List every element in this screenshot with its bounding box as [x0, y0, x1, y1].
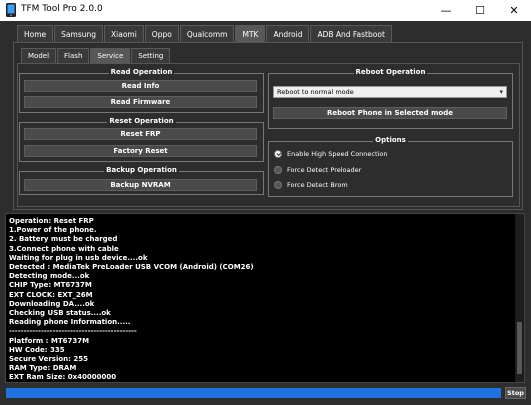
log-line: Operation: Reset FRP — [9, 217, 94, 225]
reboot-mode-select[interactable]: Reboot to normal mode ▾ — [273, 86, 507, 98]
tab-mtk[interactable]: MTK — [235, 25, 266, 42]
log-line: Waiting for plug in usb device....ok — [9, 253, 148, 262]
log-line: Platform : MT6737M — [9, 336, 90, 345]
read-firmware-button[interactable]: Read Firmware — [24, 96, 257, 108]
tab-flash[interactable]: Flash — [57, 48, 90, 63]
read-operation-title: Read Operation — [108, 68, 175, 76]
log-line: RAM Type: DRAM — [9, 364, 77, 373]
log-line: CHIP Type: MT6737M — [9, 281, 92, 290]
title-bar: TFM Tool Pro 2.0.0 — ☐ ✕ — [0, 0, 531, 21]
minimize-icon: — — [440, 4, 452, 17]
log-line: Downloading DA....ok — [9, 299, 95, 308]
app-window: TFM Tool Pro 2.0.0 — ☐ ✕ Home Samsung Xi… — [0, 0, 531, 405]
window-title: TFM Tool Pro 2.0.0 — [21, 4, 103, 14]
log-line: ----------------------------------------… — [9, 327, 137, 336]
tab-model[interactable]: Model — [21, 48, 57, 63]
option-force-brom[interactable]: Force Detect Brom — [274, 181, 348, 189]
reset-frp-button[interactable]: Reset FRP — [24, 128, 257, 140]
app-logo-icon — [6, 3, 16, 17]
stop-button[interactable]: Stop — [505, 387, 526, 399]
tab-qualcomm[interactable]: Qualcomm — [179, 25, 235, 42]
chevron-down-icon: ▾ — [499, 88, 503, 96]
progress-bar — [6, 388, 501, 398]
log-line: HW Code: 335 — [9, 345, 65, 354]
checkbox-unchecked-icon — [274, 166, 282, 174]
reboot-phone-button[interactable]: Reboot Phone in Selected mode — [273, 107, 507, 119]
tab-android[interactable]: Android — [266, 25, 310, 42]
tab-adb-fastboot[interactable]: ADB And Fastboot — [310, 25, 392, 42]
option-high-speed-label: Enable High Speed Connection — [287, 150, 388, 158]
log-line: Checking USB status....ok — [9, 309, 111, 318]
log-line: Secure Version: 255 — [9, 355, 88, 364]
option-force-preloader-label: Force Detect Preloader — [287, 166, 362, 174]
option-high-speed[interactable]: Enable High Speed Connection — [274, 150, 387, 158]
tab-setting[interactable]: Setting — [131, 48, 171, 63]
maximize-button[interactable]: ☐ — [463, 0, 497, 21]
progress-fill — [6, 388, 501, 398]
factory-reset-button[interactable]: Factory Reset — [24, 145, 257, 157]
main-tab-bar: Home Samsung Xiaomi Oppo Qualcomm MTK An… — [17, 25, 393, 42]
reboot-mode-value: Reboot to normal mode — [277, 88, 354, 96]
log-scrollbar[interactable] — [515, 214, 524, 382]
log-text: Operation: Reset FRP 1.Power of the phone… — [9, 217, 254, 382]
maximize-icon: ☐ — [475, 4, 485, 17]
option-force-brom-label: Force Detect Brom — [287, 181, 348, 189]
tab-home[interactable]: Home — [17, 25, 54, 42]
close-icon: ✕ — [509, 4, 519, 17]
log-line: 3.Connect phone with cable — [9, 244, 119, 253]
log-line: Reading phone Information..... — [9, 318, 131, 327]
tab-oppo[interactable]: Oppo — [144, 25, 179, 42]
scrollbar-thumb[interactable] — [517, 322, 522, 374]
checkbox-checked-icon — [274, 150, 282, 158]
backup-nvram-button[interactable]: Backup NVRAM — [24, 179, 257, 191]
log-line: EXT CLOCK: EXT_26M — [9, 290, 93, 299]
tab-samsung[interactable]: Samsung — [54, 25, 103, 42]
log-line: EXT Ram Size: 0x40000000 — [9, 373, 117, 382]
read-info-button[interactable]: Read Info — [24, 80, 257, 92]
close-button[interactable]: ✕ — [497, 0, 531, 21]
backup-operation-title: Backup Operation — [104, 166, 179, 174]
tab-xiaomi[interactable]: Xiaomi — [104, 25, 144, 42]
log-line: 2. Battery must be charged — [9, 235, 118, 244]
log-console[interactable]: Operation: Reset FRP 1.Power of the phone… — [5, 213, 525, 383]
log-line: Detected : MediaTek PreLoader USB VCOM (… — [9, 263, 254, 272]
tab-service[interactable]: Service — [90, 48, 131, 63]
log-line: 1.Power of the phone. — [9, 226, 97, 235]
minimize-button[interactable]: — — [429, 0, 463, 21]
checkbox-unchecked-icon — [274, 181, 282, 189]
option-force-preloader[interactable]: Force Detect Preloader — [274, 166, 361, 174]
reboot-operation-group: Reboot Operation — [268, 68, 513, 129]
log-line: Detecting mode...ok — [9, 272, 90, 281]
reset-operation-title: Reset Operation — [107, 117, 176, 125]
sub-tab-bar: Model Flash Service Setting — [21, 48, 171, 63]
options-title: Options — [373, 136, 408, 144]
reboot-operation-title: Reboot Operation — [353, 68, 428, 76]
